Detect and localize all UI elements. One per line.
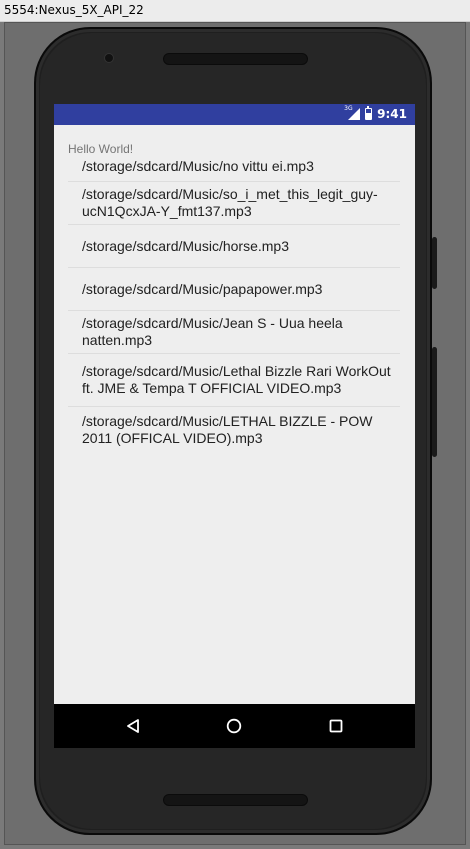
home-icon[interactable] — [220, 712, 248, 740]
power-button[interactable] — [432, 237, 437, 289]
volume-button[interactable] — [432, 347, 437, 457]
device-screen: 3G 9:41 Hello World! /storage/sdcard/Mus… — [54, 104, 415, 748]
file-path: /storage/sdcard/Music/horse.mp3 — [82, 237, 289, 254]
signal-icon: 3G — [344, 105, 361, 120]
list-item[interactable]: /storage/sdcard/Music/so_i_met_this_legi… — [68, 182, 400, 225]
window-title: 5554:Nexus_5X_API_22 — [4, 3, 144, 17]
recents-icon[interactable] — [322, 712, 350, 740]
list-item[interactable]: /storage/sdcard/Music/no vittu ei.mp3 — [68, 152, 400, 182]
status-clock: 9:41 — [377, 107, 407, 121]
list-item[interactable]: /storage/sdcard/Music/Lethal Bizzle Rari… — [68, 354, 400, 407]
list-item[interactable]: /storage/sdcard/Music/papapower.mp3 — [68, 268, 400, 311]
battery-icon — [365, 106, 373, 120]
back-icon[interactable] — [119, 712, 147, 740]
file-path: /storage/sdcard/Music/so_i_met_this_legi… — [82, 186, 378, 219]
file-path: /storage/sdcard/Music/LETHAL BIZZLE - PO… — [82, 413, 373, 446]
navigation-bar — [54, 704, 415, 748]
top-speaker — [163, 53, 308, 65]
front-camera — [104, 53, 114, 63]
file-path: /storage/sdcard/Music/Jean S - Uua heela… — [82, 315, 343, 348]
file-path: /storage/sdcard/Music/Lethal Bizzle Rari… — [82, 363, 391, 396]
list-item[interactable]: /storage/sdcard/Music/LETHAL BIZZLE - PO… — [68, 407, 400, 449]
file-path: /storage/sdcard/Music/papapower.mp3 — [82, 280, 323, 297]
list-item[interactable]: /storage/sdcard/Music/Jean S - Uua heela… — [68, 311, 400, 354]
window-titlebar: 5554:Nexus_5X_API_22 — [0, 0, 470, 22]
bottom-speaker — [163, 794, 308, 806]
music-file-list[interactable]: /storage/sdcard/Music/no vittu ei.mp3 /s… — [68, 152, 400, 449]
file-path: /storage/sdcard/Music/no vittu ei.mp3 — [82, 158, 314, 174]
list-item[interactable]: /storage/sdcard/Music/horse.mp3 — [68, 225, 400, 268]
status-bar: 3G 9:41 — [54, 104, 415, 125]
